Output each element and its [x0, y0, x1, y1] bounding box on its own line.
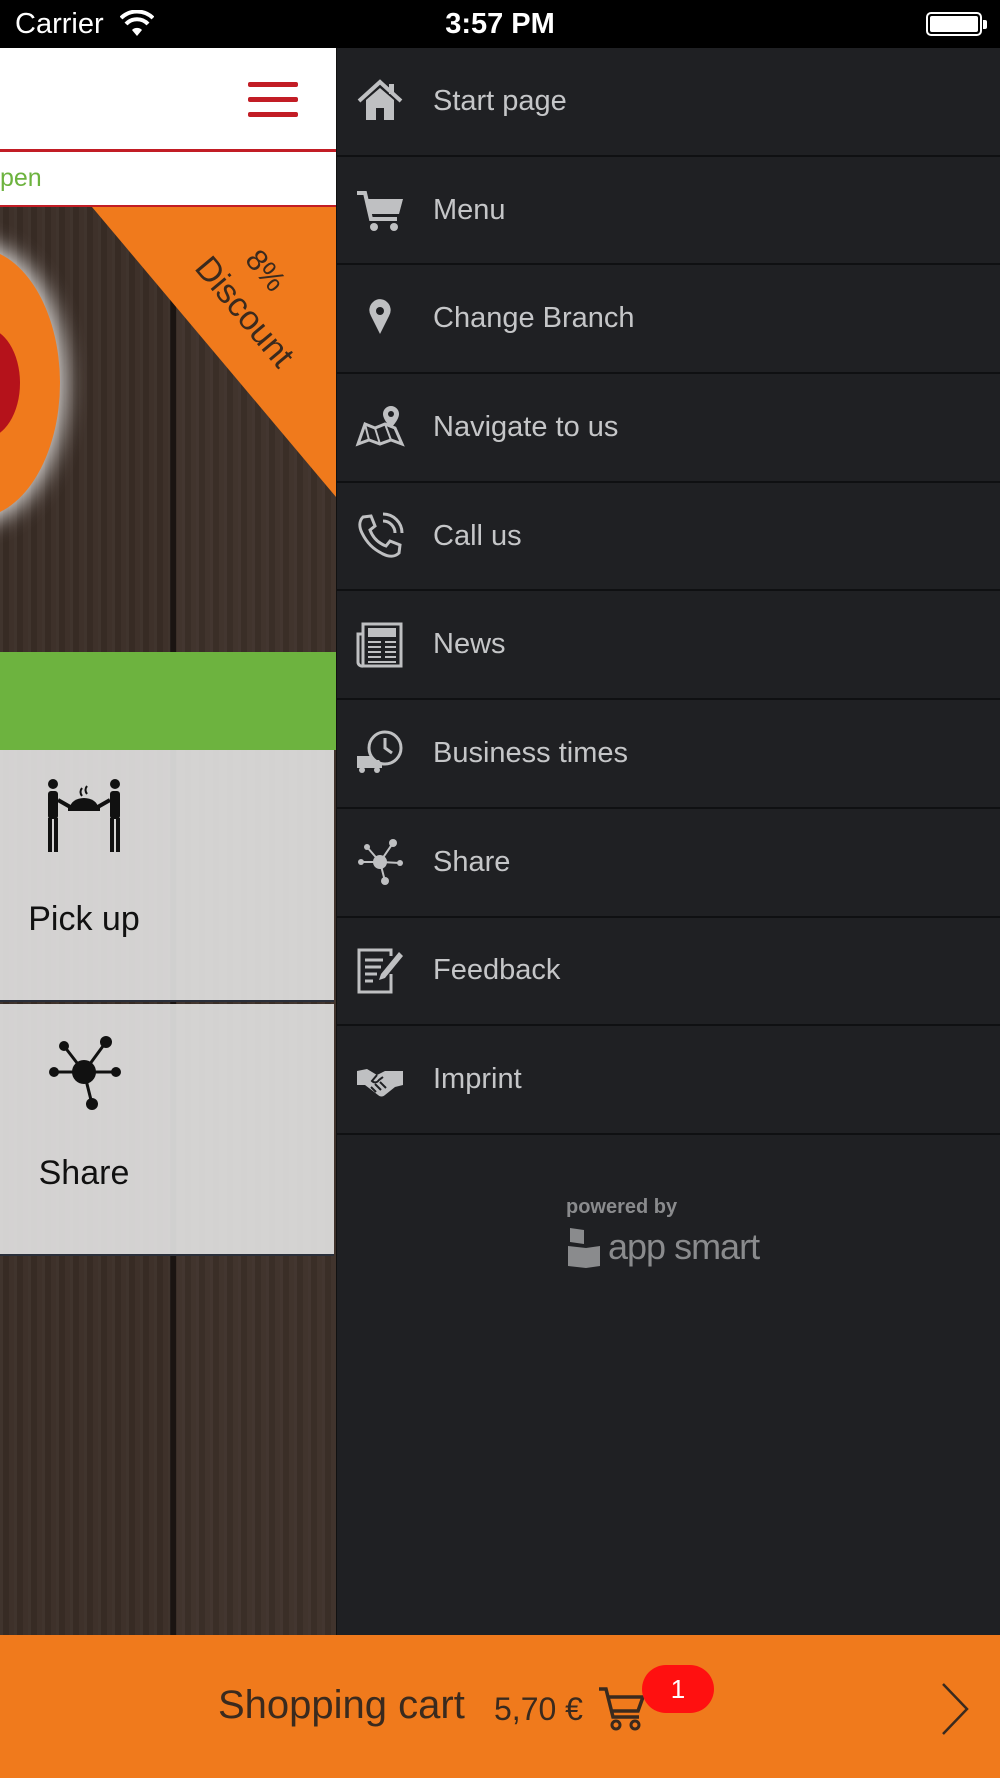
phone-icon	[358, 512, 404, 558]
newspaper-icon	[356, 622, 403, 668]
home-icon	[357, 79, 403, 121]
tile-pickup[interactable]: Pick up	[0, 750, 334, 1002]
nav-item-news[interactable]: News	[337, 591, 1000, 701]
powered-by-label: powered by	[566, 1196, 678, 1218]
appsmart-mark-icon	[568, 1228, 600, 1268]
handshake-icon	[357, 1068, 403, 1097]
map-icon	[355, 406, 405, 448]
cart-amount: 5,70 €	[494, 1691, 583, 1727]
status-bar: Carrier 3:57 PM	[0, 0, 1000, 48]
nav-item-change-branch[interactable]: Change Branch	[337, 265, 1000, 375]
cart-count-badge: 1	[642, 1665, 714, 1713]
green-action-bar[interactable]	[0, 652, 336, 750]
tile-pickup-label: Pick up	[28, 900, 140, 938]
feedback-icon	[357, 948, 403, 994]
hamburger-menu-icon[interactable]	[248, 82, 298, 118]
nav-item-navigate[interactable]: Navigate to us	[337, 374, 1000, 483]
nav-item-call-us[interactable]: Call us	[337, 483, 1000, 592]
appsmart-logo[interactable]: app smart	[566, 1222, 786, 1282]
nav-item-start-page[interactable]: Start page	[337, 48, 1000, 157]
nav-item-menu[interactable]: Menu	[337, 157, 1000, 266]
share-icon	[358, 839, 403, 886]
side-drawer: Start page Menu Change Branch Navigate t…	[336, 48, 1000, 1635]
appsmart-brand: app smart	[608, 1226, 760, 1267]
tile-share[interactable]: Share	[0, 1004, 334, 1256]
share-icon	[49, 1036, 121, 1110]
cart-icon	[599, 1687, 646, 1731]
nav-item-share[interactable]: Share	[337, 809, 1000, 918]
open-status-text: pen	[0, 164, 42, 192]
nav-item-business-times[interactable]: Business times	[337, 700, 1000, 809]
app-header	[0, 48, 336, 152]
nav-item-imprint[interactable]: Imprint	[337, 1026, 1000, 1135]
cart-icon	[357, 191, 403, 232]
location-pin-icon	[369, 298, 391, 334]
pickup-icon	[48, 779, 120, 852]
battery-icon	[926, 12, 987, 36]
clock: 3:57 PM	[445, 8, 555, 40]
app-main-view: pen 8% Discount Pick up Share	[0, 48, 336, 1635]
open-status-strip: pen	[0, 152, 336, 207]
chevron-right-icon[interactable]	[940, 1681, 970, 1737]
cart-label: Shopping cart	[218, 1683, 465, 1727]
discount-ribbon: 8% Discount	[92, 207, 336, 497]
delivery-clock-icon	[357, 730, 403, 774]
nav-item-feedback[interactable]: Feedback	[337, 918, 1000, 1027]
tile-share-label: Share	[38, 1154, 130, 1192]
shopping-cart-bar[interactable]: Shopping cart 5,70 € 1	[0, 1635, 1000, 1778]
